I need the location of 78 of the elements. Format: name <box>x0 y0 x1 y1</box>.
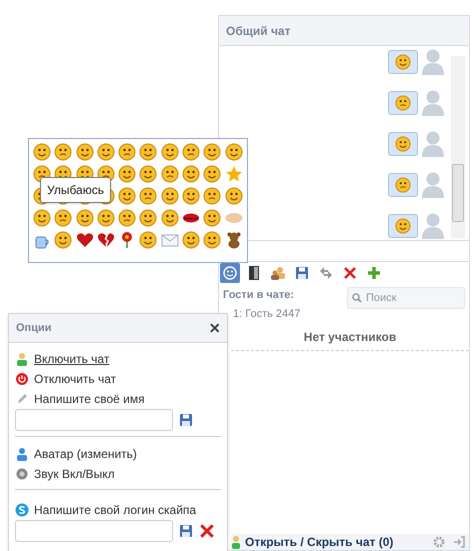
save-icon[interactable] <box>179 524 193 538</box>
person-icon <box>15 352 29 366</box>
smiley-icon[interactable] <box>224 143 243 161</box>
option-link[interactable]: Звук Вкл/Выкл <box>34 465 115 483</box>
option-link[interactable]: Включить чат <box>34 350 110 368</box>
smiley-icon[interactable] <box>118 165 136 183</box>
scrollbar-thumb[interactable] <box>452 164 464 222</box>
smiley-icon[interactable] <box>224 187 243 205</box>
broken-heart-icon[interactable] <box>96 231 115 249</box>
smiley-icon[interactable] <box>96 209 115 227</box>
toggle-chat-button[interactable]: Открыть / Скрыть чат (0) <box>231 533 394 551</box>
avatar-icon <box>421 130 445 158</box>
person-icon <box>15 447 29 461</box>
search-icon <box>352 293 362 303</box>
smiley-icon <box>395 95 411 111</box>
chat-title: Общий чат <box>226 22 290 40</box>
smiley-icon[interactable] <box>139 209 158 227</box>
smiley-icon[interactable] <box>160 165 179 183</box>
search-input[interactable]: Поиск <box>366 290 456 306</box>
smiley-icon[interactable] <box>33 143 51 161</box>
skype-icon <box>15 503 29 517</box>
bear-icon[interactable] <box>224 231 243 249</box>
smiley-icon[interactable] <box>76 209 94 227</box>
smiley-icon[interactable] <box>182 165 200 183</box>
smiley-icon[interactable] <box>54 143 72 161</box>
smiley-icon[interactable] <box>54 231 72 249</box>
no-participants-text: Нет участников <box>304 330 396 344</box>
power-icon <box>15 373 29 385</box>
tooltip: Улыбаюсь <box>40 177 111 203</box>
speaker-icon <box>15 468 29 480</box>
delete-icon[interactable] <box>199 523 215 539</box>
text-input-field[interactable] <box>15 409 173 431</box>
smiley-icon[interactable] <box>139 231 158 249</box>
smiley-icon <box>395 218 411 234</box>
smiley-icon[interactable] <box>118 187 136 205</box>
close-button[interactable]: × <box>209 319 220 337</box>
smiley-icon[interactable] <box>33 209 51 227</box>
guest-name[interactable]: 1: Гость 2447 <box>233 306 300 322</box>
smiley-icon[interactable] <box>182 143 200 161</box>
smiley-icon[interactable] <box>139 187 158 205</box>
pencil-icon <box>15 393 29 405</box>
avatar-icon <box>421 212 445 240</box>
star-icon[interactable] <box>224 165 243 183</box>
save-icon[interactable] <box>179 413 193 427</box>
smiley-icon <box>395 54 411 70</box>
smiley-icon[interactable] <box>203 165 222 183</box>
scrollbar[interactable] <box>451 56 465 238</box>
smiley-icon[interactable] <box>203 209 222 227</box>
smiley-icon <box>395 136 411 152</box>
search-field[interactable]: Поиск <box>347 287 465 309</box>
smiley-icon[interactable] <box>139 143 158 161</box>
avatar-icon <box>421 89 445 117</box>
guests-label: Гости в чате: <box>223 288 296 303</box>
smiley-icon[interactable] <box>118 209 136 227</box>
smiley-icon[interactable] <box>76 143 94 161</box>
smiley-icon[interactable] <box>160 187 179 205</box>
smiley-icon[interactable] <box>203 143 222 161</box>
option-link[interactable]: Аватар (изменить) <box>34 445 137 463</box>
option-link[interactable]: Напишите своё имя <box>34 390 145 408</box>
smiley-icon[interactable] <box>203 187 222 205</box>
smiley-icon <box>395 177 411 193</box>
options-title: Опции <box>16 320 52 336</box>
smiley-icon[interactable] <box>118 143 136 161</box>
avatar-icon <box>421 48 445 76</box>
smiley-icon[interactable] <box>203 231 222 249</box>
option-link[interactable]: Отключить чат <box>34 370 116 388</box>
smiley-icon[interactable] <box>160 143 179 161</box>
heart-icon[interactable] <box>76 231 94 249</box>
smiley-icon[interactable] <box>182 187 200 205</box>
option-link[interactable]: Напишите свой логин скайпа <box>34 501 196 519</box>
smiley-icon[interactable] <box>96 143 115 161</box>
person-icon <box>231 535 241 549</box>
smiley-icon[interactable] <box>160 209 179 227</box>
avatar-icon <box>421 171 445 199</box>
text-input-field[interactable] <box>15 520 173 542</box>
smiley-icon[interactable] <box>54 209 72 227</box>
smiley-icon[interactable] <box>182 231 200 249</box>
smiley-icon[interactable] <box>139 165 158 183</box>
